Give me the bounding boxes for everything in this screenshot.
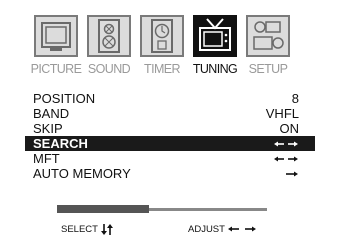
menu-label: SKIP: [33, 121, 63, 136]
adjust-hint: ADJUST: [188, 224, 257, 235]
progress-fill: [57, 205, 149, 213]
menu-row-skip[interactable]: SKIP ON: [25, 121, 315, 136]
menu-label: POSITION: [33, 91, 96, 106]
tuning-menu-list: POSITION 8 BAND VHFL SKIP ON SEARCH MFT: [25, 85, 315, 197]
menu-label: AUTO MEMORY: [33, 166, 131, 181]
tab-label: TUNING: [192, 62, 238, 76]
tab-setup[interactable]: SETUP: [243, 13, 293, 93]
left-right-arrow-icon: [228, 226, 257, 232]
left-right-arrow-icon: [274, 141, 298, 147]
menu-row-auto-memory[interactable]: AUTO MEMORY: [25, 166, 315, 181]
tab-picture[interactable]: PICTURE: [31, 13, 82, 93]
select-hint: SELECT: [61, 224, 114, 235]
left-right-arrow-icon: [274, 156, 298, 162]
menu-label: SEARCH: [33, 136, 88, 151]
menu-label: BAND: [33, 106, 70, 121]
sound-icon: [87, 15, 131, 57]
menu-row-band[interactable]: BAND VHFL: [25, 106, 315, 121]
tab-label: TIMER: [144, 62, 180, 76]
menu-row-search[interactable]: SEARCH: [25, 136, 315, 151]
up-down-arrow-icon: [101, 224, 114, 235]
tab-label: SETUP: [248, 62, 288, 76]
menu-label: MFT: [33, 151, 60, 166]
tab-tuning[interactable]: TUNING: [190, 13, 240, 93]
menu-value: VHFL: [265, 106, 299, 121]
tv-menu-screen: PICTURE SOUND TIMER TUNING SETUP POSITIO…: [25, 9, 315, 235]
picture-icon: [34, 15, 78, 57]
select-label: SELECT: [61, 224, 98, 236]
timer-icon: [140, 15, 184, 57]
menu-value: ON: [279, 121, 300, 136]
tab-sound[interactable]: SOUND: [84, 13, 134, 93]
right-arrow-icon: [286, 171, 298, 177]
menu-row-mft[interactable]: MFT: [25, 151, 315, 166]
adjust-label: ADJUST: [188, 224, 225, 235]
menu-row-position[interactable]: POSITION 8: [25, 91, 315, 106]
tab-timer[interactable]: TIMER: [137, 13, 187, 93]
menu-value: 8: [291, 91, 299, 106]
tab-label: SOUND: [87, 62, 131, 76]
tab-label: PICTURE: [30, 62, 82, 76]
tv-antenna-icon: [193, 15, 237, 57]
setup-icon: [246, 15, 290, 57]
menu-tab-bar: PICTURE SOUND TIMER TUNING SETUP: [25, 13, 315, 93]
